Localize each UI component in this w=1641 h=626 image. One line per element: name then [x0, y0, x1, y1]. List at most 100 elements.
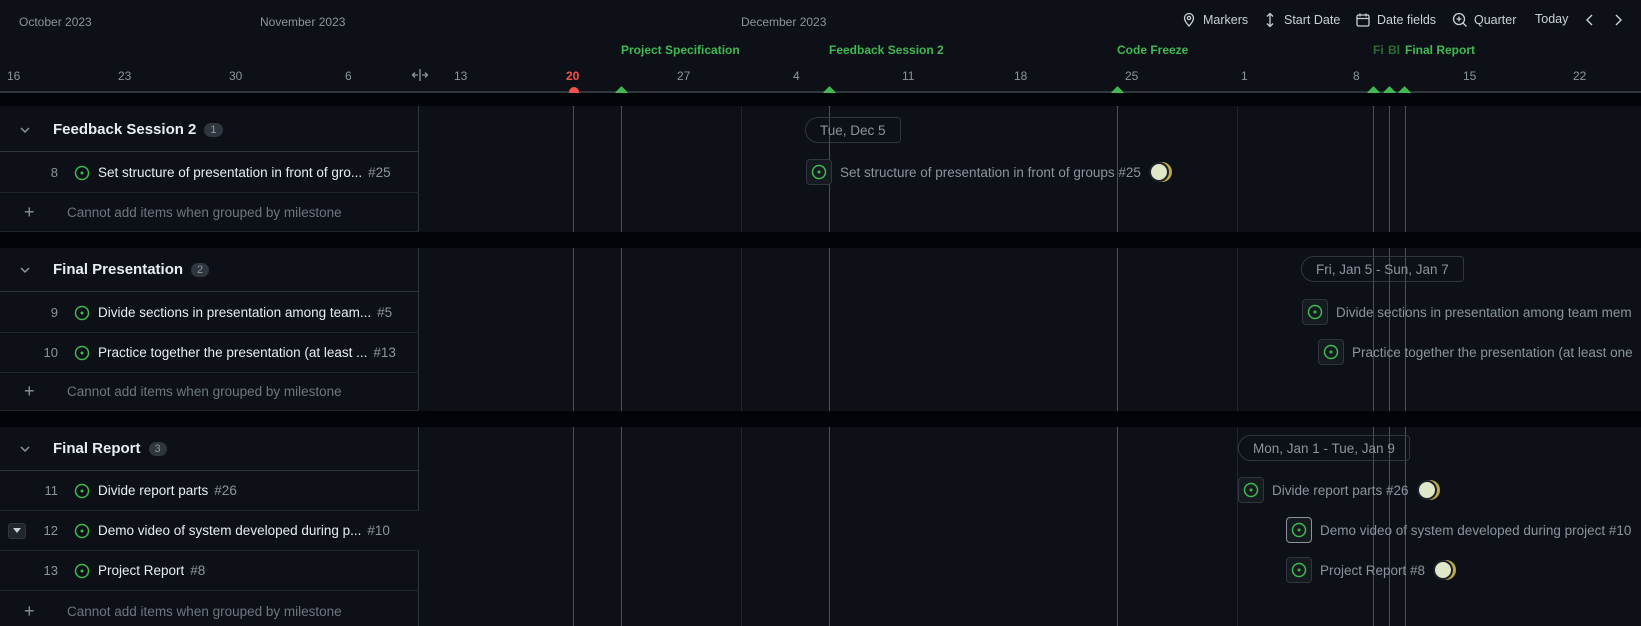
month-line — [741, 104, 742, 626]
chevron-left-icon — [1586, 14, 1593, 26]
open-issue-icon — [1286, 517, 1312, 543]
milestone-label[interactable]: Bl — [1388, 43, 1400, 57]
group-header-feedback-session-2[interactable]: Feedback Session 2 1 — [0, 108, 419, 152]
date-range-label: Fri, Jan 5 - Sun, Jan 7 — [1316, 261, 1449, 277]
item-title[interactable]: Practice together the presentation (at l… — [98, 345, 367, 360]
open-issue-icon — [806, 159, 832, 185]
add-item-row: + Cannot add items when grouped by miles… — [0, 194, 419, 232]
item-title[interactable]: Divide report parts — [98, 483, 208, 498]
timeline-item-bar[interactable]: Set structure of presentation in front o… — [806, 158, 1169, 186]
row-menu-button[interactable] — [8, 523, 26, 539]
bar-title: Demo video of system developed during pr… — [1320, 522, 1632, 538]
day-label: 27 — [677, 69, 691, 83]
group-title: Feedback Session 2 — [53, 121, 197, 138]
chevron-down-icon[interactable] — [17, 441, 33, 457]
table-row[interactable]: 13 Project Report #8 — [0, 551, 419, 591]
vertical-resize-icon — [1266, 12, 1274, 28]
markers-label: Markers — [1203, 13, 1249, 27]
next-button[interactable] — [1610, 12, 1626, 28]
month-label: November 2023 — [260, 15, 346, 29]
table-row[interactable]: 8 Set structure of presentation in front… — [0, 153, 419, 193]
start-date-label: Start Date — [1284, 13, 1341, 27]
row-number: 9 — [50, 305, 58, 320]
table-row[interactable]: 9 Divide sections in presentation among … — [0, 293, 419, 333]
add-item-row: + Cannot add items when grouped by miles… — [0, 592, 419, 626]
milestone-label[interactable]: Feedback Session 2 — [829, 43, 944, 57]
item-title[interactable]: Set structure of presentation in front o… — [98, 165, 362, 180]
start-date-button[interactable]: Start Date — [1262, 12, 1340, 28]
date-range-label: Mon, Jan 1 - Tue, Jan 9 — [1253, 440, 1395, 456]
zoom-quarter-button[interactable]: Quarter — [1452, 12, 1516, 28]
day-label: 4 — [793, 69, 800, 83]
day-label: 18 — [1014, 69, 1028, 83]
chevron-right-icon — [1615, 14, 1622, 26]
section-divider — [0, 93, 1641, 106]
timeline-item-bar[interactable]: Divide report parts #26 — [1238, 476, 1437, 504]
day-label: 1 — [1241, 69, 1248, 83]
table-row[interactable]: 12 Demo video of system developed during… — [0, 511, 419, 551]
day-label: 25 — [1125, 69, 1139, 83]
today-line — [573, 104, 574, 626]
previous-button[interactable] — [1582, 12, 1598, 28]
date-range-pill: Fri, Jan 5 - Sun, Jan 7 — [1301, 256, 1464, 282]
plus-icon: + — [24, 381, 35, 401]
timeline-item-bar[interactable]: Divide sections in presentation among te… — [1302, 298, 1632, 326]
zoom-in-icon — [1452, 12, 1467, 27]
row-number: 8 — [50, 165, 58, 180]
timeline-item-bar[interactable]: Demo video of system developed during pr… — [1286, 516, 1631, 544]
milestone-label[interactable]: Fi — [1373, 43, 1384, 57]
markers-button[interactable]: Markers — [1181, 12, 1248, 28]
group-count-badge: 3 — [148, 441, 167, 456]
item-title[interactable]: Project Report — [98, 563, 184, 578]
today-button[interactable]: Today — [1535, 12, 1568, 26]
open-issue-icon — [74, 165, 90, 181]
day-label: 8 — [1353, 69, 1360, 83]
plus-icon: + — [24, 600, 35, 621]
row-number: 10 — [43, 345, 58, 360]
resize-handle-icon[interactable] — [411, 67, 429, 83]
item-number: #26 — [214, 483, 237, 498]
date-fields-button[interactable]: Date fields — [1355, 12, 1436, 28]
table-row[interactable]: 10 Practice together the presentation (a… — [0, 333, 419, 373]
row-number: 11 — [44, 483, 59, 498]
open-issue-icon — [1302, 299, 1328, 325]
item-number: #25 — [368, 165, 391, 180]
date-range-pill: Tue, Dec 5 — [805, 117, 901, 143]
milestone-label[interactable]: Code Freeze — [1117, 43, 1188, 57]
chevron-down-icon[interactable] — [17, 262, 33, 278]
open-issue-icon — [1238, 477, 1264, 503]
date-range-label: Tue, Dec 5 — [820, 122, 886, 138]
section-divider — [0, 411, 1641, 427]
milestone-label[interactable]: Final Report — [1405, 43, 1475, 57]
group-count-badge: 1 — [204, 122, 223, 137]
map-pin-icon — [1183, 12, 1195, 27]
item-number: #13 — [373, 345, 396, 360]
today-day-label: 20 — [566, 69, 580, 83]
item-number: #5 — [377, 305, 393, 320]
item-title[interactable]: Demo video of system developed during p.… — [98, 523, 361, 538]
group-header-final-report[interactable]: Final Report 3 — [0, 427, 419, 471]
plus-icon: + — [24, 202, 35, 222]
avatar[interactable] — [1433, 560, 1454, 580]
add-item-row: + Cannot add items when grouped by miles… — [0, 373, 419, 411]
day-label: 15 — [1463, 69, 1477, 83]
timeline-item-bar[interactable]: Practice together the presentation (at l… — [1318, 338, 1633, 366]
avatar[interactable] — [1416, 480, 1437, 500]
item-number: #8 — [190, 563, 206, 578]
group-header-final-presentation[interactable]: Final Presentation 2 — [0, 248, 419, 292]
chevron-down-icon[interactable] — [17, 122, 33, 138]
date-fields-label: Date fields — [1377, 13, 1437, 27]
day-label: 11 — [902, 69, 915, 83]
calendar-icon — [1356, 13, 1370, 27]
milestone-label[interactable]: Project Specification — [621, 43, 740, 57]
table-row[interactable]: 11 Divide report parts #26 — [0, 471, 419, 511]
date-range-pill: Mon, Jan 1 - Tue, Jan 9 — [1238, 435, 1410, 461]
milestone-line — [621, 104, 622, 626]
add-item-disabled-text: Cannot add items when grouped by milesto… — [67, 205, 342, 220]
group-title: Final Report — [53, 440, 141, 457]
timeline-item-bar[interactable]: Project Report #8 — [1286, 556, 1454, 584]
avatar[interactable] — [1148, 162, 1169, 182]
day-label: 23 — [118, 69, 132, 83]
item-title[interactable]: Divide sections in presentation among te… — [98, 305, 371, 320]
section-divider — [0, 232, 1641, 248]
